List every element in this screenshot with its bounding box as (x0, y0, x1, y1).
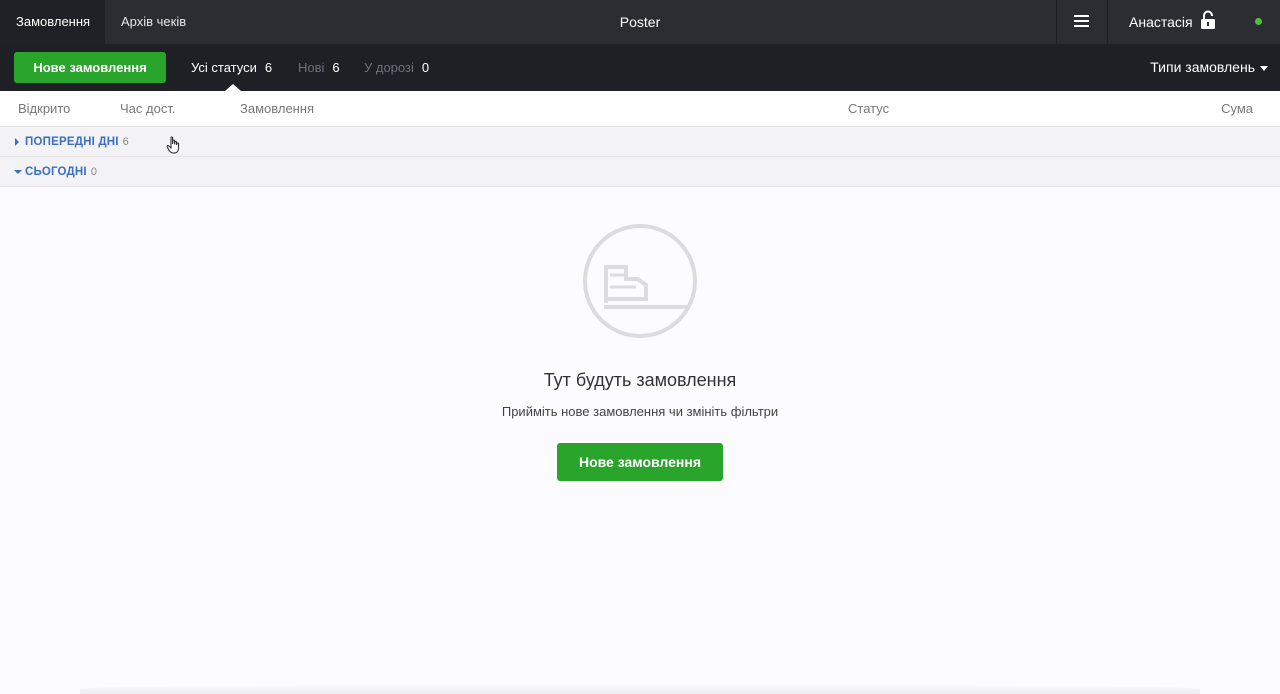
unlocked-padlock-icon (1201, 10, 1215, 29)
status-filter-new[interactable]: Нові 6 (298, 44, 340, 91)
group-previous-days[interactable]: ПОПЕРЕДНІ ДНІ 6 (0, 127, 1280, 157)
bottom-edge-shadow (80, 684, 1200, 694)
chevron-down-icon (14, 170, 22, 174)
status-filter-new-label: Нові (298, 60, 325, 75)
group-today-count: 0 (90, 166, 97, 178)
status-filter-all-count: 6 (264, 60, 273, 75)
empty-state-subtitle: Прийміть нове замовлення чи змініть філь… (501, 404, 779, 419)
user-account-button[interactable]: Анастасія (1108, 0, 1228, 44)
online-status-dot (1255, 18, 1262, 25)
group-today-label: СЬОГОДНІ 0 (25, 166, 97, 178)
active-filter-indicator (225, 84, 241, 91)
column-delivery-time[interactable]: Час дост. (120, 91, 175, 127)
group-previous-days-label: ПОПЕРЕДНІ ДНІ 6 (25, 136, 129, 148)
status-filter-all-label: Усі статуси (191, 60, 257, 75)
status-filter-on-the-way-label: У дорозі (364, 60, 414, 75)
tab-orders-label: Замовлення (16, 14, 91, 29)
orders-filter-bar: Нове замовлення Усі статуси 6 Нові 6 У дор… (0, 44, 1280, 91)
new-order-button[interactable]: Нове замовлення (14, 52, 166, 83)
column-status[interactable]: Статус (848, 91, 889, 127)
group-previous-days-count: 6 (122, 136, 129, 148)
order-types-dropdown[interactable]: Типи замовлень (1150, 44, 1268, 91)
empty-state-title: Тут будуть замовлення (543, 370, 737, 390)
tab-orders[interactable]: Замовлення (0, 0, 105, 44)
status-filter-new-count: 6 (332, 60, 340, 75)
tab-receipts-archive[interactable]: Архів чеків (105, 0, 202, 44)
top-navigation-bar: Замовлення Архів чеків Poster Анастасія (0, 0, 1280, 44)
column-order[interactable]: Замовлення (240, 91, 314, 127)
empty-state-new-order-button[interactable]: Нове замовлення (557, 443, 723, 481)
table-header: Відкрито Час дост. Замовлення Статус Сум… (0, 91, 1280, 127)
hand-pointer-cursor-icon (166, 136, 180, 154)
chevron-right-icon (15, 138, 19, 146)
status-filter-on-the-way[interactable]: У дорозі 0 (364, 44, 429, 91)
group-today[interactable]: СЬОГОДНІ 0 (0, 157, 1280, 187)
user-name: Анастасія (1129, 14, 1193, 30)
status-filter-on-the-way-count: 0 (421, 60, 430, 75)
column-opened[interactable]: Відкрито (18, 91, 70, 127)
column-sum[interactable]: Сума (1221, 91, 1253, 127)
boot-in-circle-icon (583, 224, 697, 338)
chevron-down-icon (1260, 65, 1268, 71)
tab-receipts-archive-label: Архів чеків (121, 14, 187, 29)
order-types-label: Типи замовлень (1150, 59, 1255, 75)
menu-button[interactable] (1057, 0, 1107, 44)
